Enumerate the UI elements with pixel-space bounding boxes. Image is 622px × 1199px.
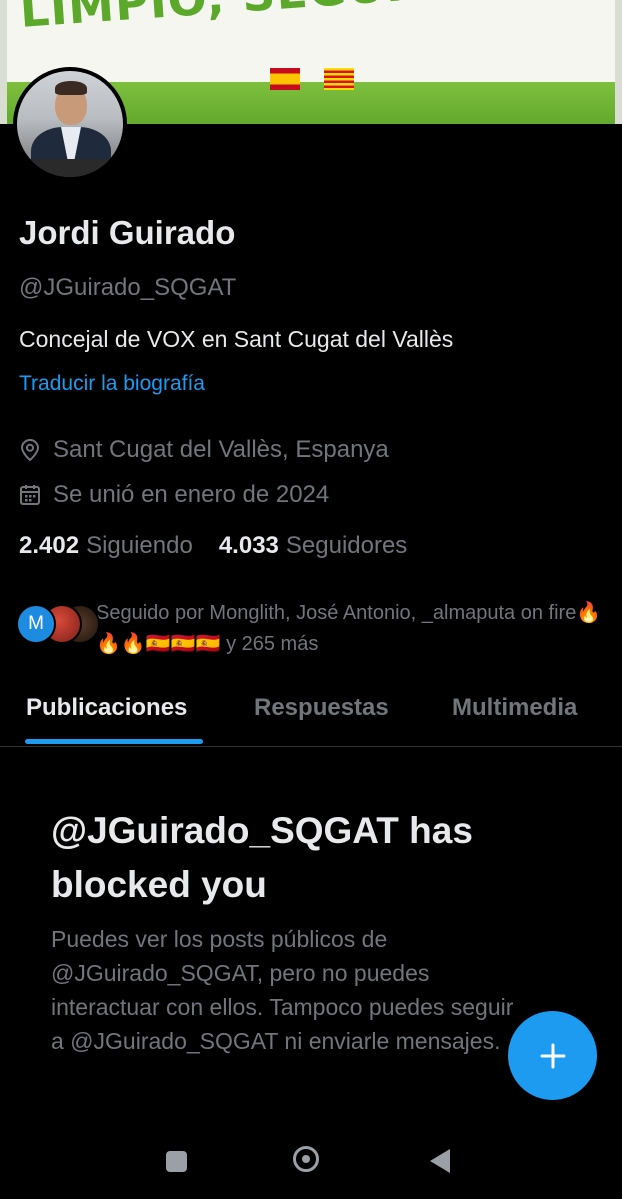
profile-bio: Concejal de VOX en Sant Cugat del Vallès — [19, 326, 454, 352]
banner-slogan: LIMPIO, SEGURO Y EN ORDEN — [18, 0, 622, 38]
avatar-photo — [17, 71, 123, 177]
tab-respuestas[interactable]: Respuestas — [254, 694, 389, 722]
avatar-desk — [17, 159, 123, 177]
following-link[interactable]: 2.402 Siguiendo — [19, 532, 193, 560]
location-pin-icon — [20, 438, 40, 462]
followers-label: Seguidores — [285, 532, 408, 559]
system-navigation-bar — [0, 1122, 622, 1199]
profile-location: Sant Cugat del Vallès, Espanya — [19, 436, 389, 464]
follow-counts: 2.402 Siguiendo 4.033 Seguidores — [19, 532, 433, 560]
profile-tabs: Publicaciones Respuestas Multimedia — [0, 690, 622, 747]
location-text: Sant Cugat del Vallès, Espanya — [53, 436, 389, 463]
active-tab-indicator — [25, 739, 203, 744]
banner-frame-left — [0, 0, 7, 124]
followed-by-avatars[interactable]: M — [16, 604, 100, 644]
followers-count: 4.033 — [218, 532, 279, 559]
spain-flag-icon — [270, 68, 300, 90]
blocked-description: Puedes ver los posts públicos de @JGuira… — [51, 926, 514, 1054]
tab-publicaciones[interactable]: Publicaciones — [26, 694, 187, 722]
following-label: Siguiendo — [86, 532, 193, 559]
recent-apps-icon[interactable] — [166, 1151, 187, 1172]
avatar-hair — [55, 81, 87, 95]
profile-avatar[interactable] — [13, 67, 127, 181]
back-icon[interactable] — [430, 1149, 450, 1173]
followers-link[interactable]: 4.033 Seguidores — [219, 532, 407, 560]
profile-handle: @JGuirado_SQGAT — [19, 274, 237, 301]
profile-joined: Se unió en enero de 2024 — [19, 481, 329, 509]
profile-name: Jordi Guirado — [19, 214, 236, 251]
followed-by-text[interactable]: Seguido por Monglith, José Antonio, _alm… — [96, 598, 606, 660]
translate-bio-link[interactable]: Traducir la biografía — [19, 372, 205, 396]
catalonia-flag-icon — [324, 68, 354, 90]
blocked-title: @JGuirado_SQGAT has blocked you — [51, 810, 473, 905]
compose-post-button[interactable] — [508, 1011, 597, 1100]
joined-text: Se unió en enero de 2024 — [53, 481, 330, 508]
following-count: 2.402 — [19, 532, 80, 559]
calendar-icon — [20, 485, 40, 505]
banner-frame-right — [615, 0, 622, 124]
follower-avatar: M — [16, 604, 56, 644]
home-icon[interactable] — [293, 1146, 319, 1172]
plus-icon — [540, 1043, 565, 1068]
tab-multimedia[interactable]: Multimedia — [452, 694, 577, 722]
home-icon-dot — [302, 1155, 310, 1163]
